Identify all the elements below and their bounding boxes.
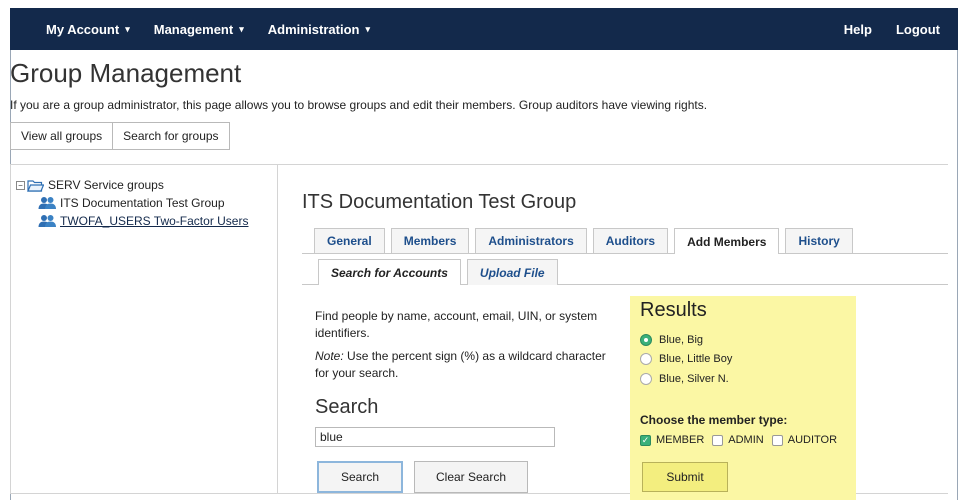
group-tabs: General Members Administrators Auditors … [302,228,853,254]
nav-my-account[interactable]: My Account ▾ [34,8,142,50]
result-option[interactable]: Blue, Big [640,334,703,346]
view-all-groups-button[interactable]: View all groups [10,122,114,150]
clear-search-button[interactable]: Clear Search [414,461,528,493]
users-icon [38,215,56,227]
caret-down-icon: ▾ [239,23,244,34]
tree-root-label: SERV Service groups [48,178,164,192]
nav-help[interactable]: Help [832,8,884,50]
users-icon [38,197,56,209]
nav-logout[interactable]: Logout [884,8,952,50]
radio-selected-icon[interactable] [640,334,652,346]
result-label: Blue, Silver N. [659,373,729,385]
result-option[interactable]: Blue, Little Boy [640,353,732,365]
folder-open-icon [27,179,44,192]
note-text: Use the percent sign (%) as a wildcard c… [315,349,606,380]
nav-left: My Account ▾ Management ▾ Administration ▾ [10,8,382,50]
member-type-options: ✓ MEMBER ADMIN AUDITOR [640,434,845,446]
note-label: Note: [315,349,344,363]
search-note: Note: Use the percent sign (%) as a wild… [315,348,615,382]
radio-icon[interactable] [640,373,652,385]
checkbox-checked-icon[interactable]: ✓ [640,434,651,446]
checkbox-icon[interactable] [771,434,783,446]
nav-right: Help Logout [832,8,958,50]
result-option[interactable]: Blue, Silver N. [640,373,729,385]
checkbox-icon[interactable] [712,434,724,446]
group-tree: − SERV Service groups ITS Documentation … [16,176,248,230]
nav-management[interactable]: Management ▾ [142,8,256,50]
caret-down-icon: ▾ [365,23,370,34]
top-navbar: My Account ▾ Management ▾ Administration ▾ … [10,8,958,50]
tree-item-twofa-users[interactable]: TWOFA_USERS Two-Factor Users [38,212,248,230]
collapse-icon[interactable]: − [16,180,25,190]
search-button[interactable]: Search [317,461,403,493]
page-intro: If you are a group administrator, this p… [10,98,708,112]
member-type-auditor: AUDITOR [787,434,838,446]
tree-item-label: ITS Documentation Test Group [60,196,225,210]
tree-item-label: TWOFA_USERS Two-Factor Users [60,214,249,228]
submit-button[interactable]: Submit [642,462,728,492]
tree-root[interactable]: − SERV Service groups [16,176,248,194]
group-title: ITS Documentation Test Group [302,191,577,213]
result-label: Blue, Big [659,334,704,346]
member-type-label: Choose the member type: [640,413,788,427]
tab-general[interactable]: General [314,228,385,253]
results-title: Results [640,299,707,321]
view-button-group: View all groups Search for groups [10,122,230,150]
page-title: Group Management [10,58,242,88]
search-heading: Search [315,396,379,418]
search-input[interactable] [315,427,555,447]
tab-administrators[interactable]: Administrators [475,228,587,253]
tab-auditors[interactable]: Auditors [592,228,669,253]
tab-upload-file[interactable]: Upload File [466,259,558,285]
tab-add-members[interactable]: Add Members [674,228,780,254]
tree-item-its-documentation[interactable]: ITS Documentation Test Group [38,194,248,212]
tab-members[interactable]: Members [390,228,470,253]
tab-history[interactable]: History [785,228,853,253]
result-label: Blue, Little Boy [659,353,733,365]
caret-down-icon: ▾ [125,23,130,34]
member-type-member: MEMBER [656,434,705,446]
member-type-admin: ADMIN [728,434,764,446]
add-member-subtabs: Search for Accounts Upload File [318,259,564,285]
search-for-groups-button[interactable]: Search for groups [113,122,230,150]
search-description: Find people by name, account, email, UIN… [315,309,598,340]
tab-search-for-accounts[interactable]: Search for Accounts [318,259,461,285]
nav-administration[interactable]: Administration ▾ [256,8,382,50]
radio-icon[interactable] [640,353,652,365]
